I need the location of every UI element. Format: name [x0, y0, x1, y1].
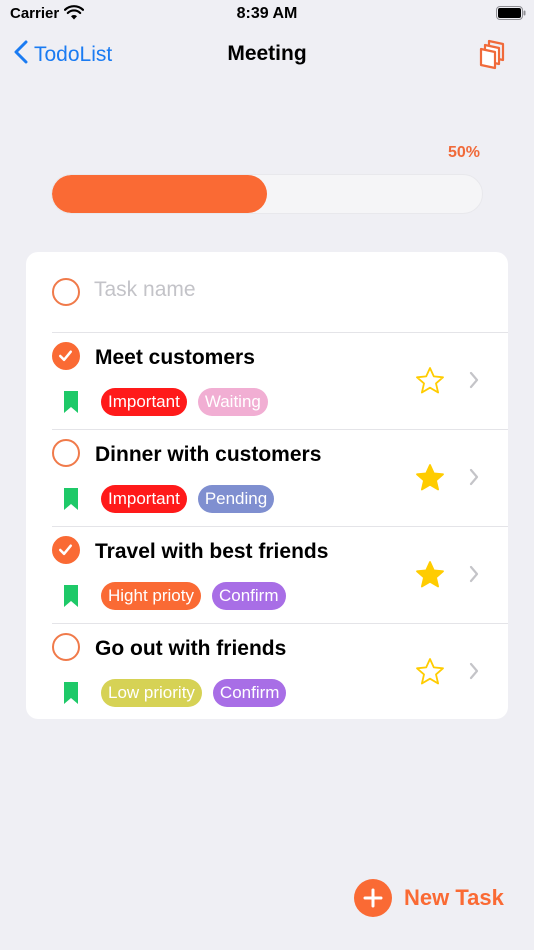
progress-bar [51, 174, 483, 214]
row-divider [52, 623, 508, 624]
task-checkbox-checked[interactable] [52, 342, 80, 370]
new-task-row [26, 252, 508, 332]
task-title: Meet customers [95, 346, 255, 369]
bookmark-icon [64, 585, 78, 612]
bookmark-icon [64, 682, 78, 709]
row-divider [52, 429, 508, 430]
star-filled-icon[interactable] [415, 560, 445, 595]
row-divider [52, 332, 508, 333]
task-title: Go out with friends [95, 637, 287, 660]
task-row[interactable]: Dinner with customers Important Pending [26, 429, 508, 526]
task-row[interactable]: Travel with best friends Hight prioty Co… [26, 526, 508, 623]
new-task-label: New Task [404, 885, 504, 910]
tag-badge: Important [101, 388, 187, 416]
task-row[interactable]: Go out with friends Low priority Confirm [26, 623, 508, 719]
task-checkbox[interactable] [52, 633, 80, 661]
task-list-card: Meet customers Important Waiting Dinner … [26, 252, 508, 719]
star-filled-icon[interactable] [415, 463, 445, 498]
chevron-right-icon [469, 565, 479, 588]
row-divider [52, 526, 508, 527]
stack-button[interactable] [478, 38, 508, 75]
chevron-right-icon [469, 468, 479, 491]
star-outline-icon[interactable] [415, 657, 445, 692]
battery-icon [496, 6, 526, 25]
task-checkbox-checked[interactable] [52, 536, 80, 564]
task-title: Dinner with customers [95, 443, 322, 466]
tag-badge: Waiting [197, 388, 268, 416]
stack-layers-icon [478, 39, 508, 74]
status-bar: Carrier 8:39 AM [0, 0, 534, 30]
bookmark-icon [64, 391, 78, 418]
progress-percentage: 50% [447, 144, 480, 161]
chevron-right-icon [469, 662, 479, 685]
tag-badge: Confirm [212, 679, 287, 707]
tag-badge: Important [101, 485, 187, 513]
task-name-input[interactable] [94, 278, 394, 302]
tag-badge: Pending [197, 485, 275, 513]
new-task-circle-icon [52, 278, 80, 306]
clock: 8:39 AM [236, 5, 298, 22]
page-title: Meeting [227, 42, 307, 65]
star-outline-icon[interactable] [415, 366, 445, 401]
new-task-button[interactable]: New Task [354, 879, 504, 917]
task-checkbox[interactable] [52, 439, 80, 467]
bookmark-icon [64, 488, 78, 515]
navigation-bar: TodoList Meeting [0, 30, 534, 78]
tag-badge: Confirm [211, 582, 286, 610]
tag-badge: Hight prioty [101, 582, 201, 610]
task-row[interactable]: Meet customers Important Waiting [26, 332, 508, 429]
progress-bar-fill [52, 175, 267, 213]
task-title: Travel with best friends [95, 540, 329, 563]
tag-badge: Low priority [101, 679, 202, 707]
chevron-right-icon [469, 371, 479, 394]
plus-icon [354, 879, 392, 917]
